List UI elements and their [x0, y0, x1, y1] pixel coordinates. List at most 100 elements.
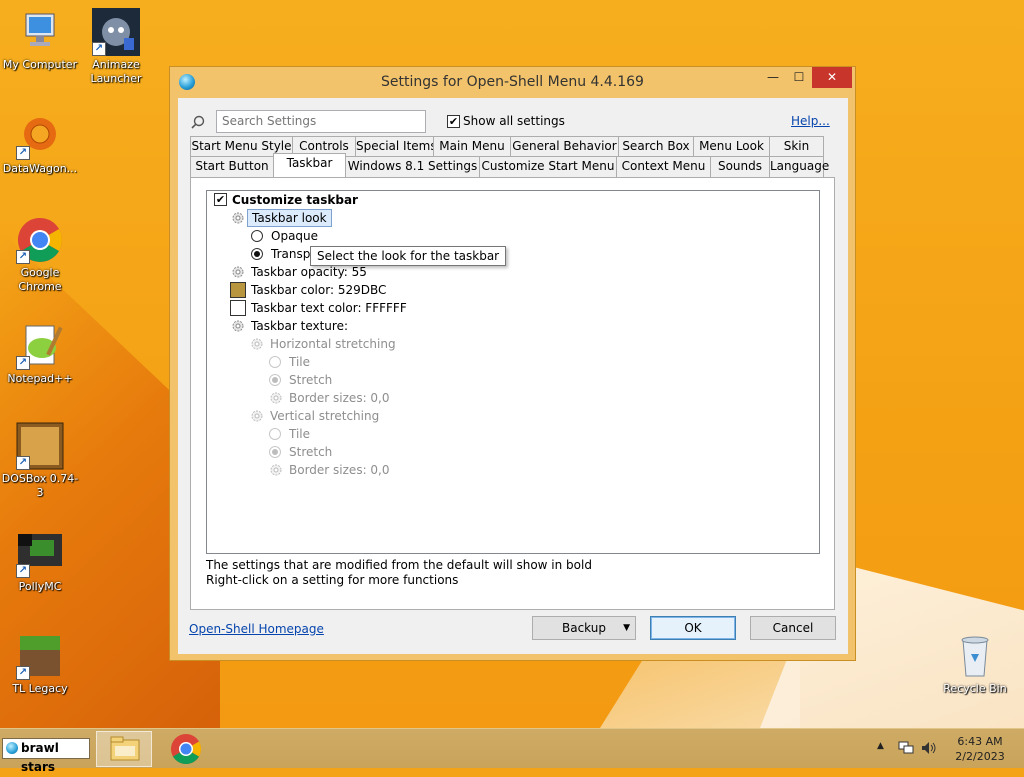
- tab-main-menu[interactable]: Main Menu: [433, 136, 511, 157]
- taskbar-tab-panel: ✔ Customize taskbar Taskbar look Opaque: [190, 177, 835, 610]
- info-text-rightclick: Right-click on a setting for more functi…: [206, 573, 459, 587]
- taskbar-search-text: brawl stars: [21, 741, 59, 774]
- desktop-icon-label: TL Legacy: [12, 682, 68, 695]
- opaque-radio[interactable]: [251, 230, 263, 242]
- desktop-icon-label: Google Chrome: [18, 266, 62, 293]
- gear-icon: [232, 320, 244, 332]
- search-settings-field[interactable]: [216, 110, 426, 133]
- desktop-icon-label: DataWagon...: [2, 162, 78, 175]
- open-shell-homepage-link[interactable]: Open-Shell Homepage: [189, 622, 324, 636]
- tab-start-button[interactable]: Start Button: [190, 156, 274, 177]
- show-all-settings-checkbox[interactable]: ✔: [447, 115, 460, 128]
- taskbar-clock[interactable]: 6:43 AM 2/2/2023: [944, 734, 1016, 764]
- title-bar[interactable]: Settings for Open-Shell Menu 4.4.169 — ☐…: [170, 67, 855, 97]
- tree-item-label: Horizontal stretching: [270, 337, 396, 351]
- taskbar-app-file-explorer[interactable]: [96, 731, 152, 767]
- taskbar: brawl stars ▲ 6:43 AM 2/2/2023: [0, 728, 1024, 774]
- shortcut-arrow-icon: ↗: [16, 146, 30, 160]
- desktop-icon-datawagon[interactable]: ↗ DataWagon...: [0, 112, 80, 176]
- sun-app-icon: ↗: [16, 112, 64, 160]
- taskbar-app-chrome[interactable]: [158, 731, 214, 767]
- h-tile-radio[interactable]: [269, 356, 281, 368]
- tree-item-label: Tile: [289, 427, 311, 441]
- shortcut-arrow-icon: ↗: [92, 42, 106, 56]
- tree-item-label: Transp: [271, 247, 311, 261]
- notepad-icon: ↗: [16, 322, 64, 370]
- desktop-icon-label: Animaze Launcher: [90, 58, 142, 85]
- tab-search-box[interactable]: Search Box: [618, 136, 694, 157]
- v-tile-radio[interactable]: [269, 428, 281, 440]
- chevron-down-icon: ▼: [623, 623, 630, 633]
- gear-icon: [270, 392, 282, 404]
- tab-context-menu[interactable]: Context Menu: [616, 156, 711, 177]
- minimize-button[interactable]: —: [760, 67, 786, 88]
- settings-window: Settings for Open-Shell Menu 4.4.169 — ☐…: [169, 66, 856, 661]
- settings-tree[interactable]: ✔ Customize taskbar Taskbar look Opaque: [206, 190, 820, 554]
- dialog-client: ✔ Show all settings Help... Start Menu S…: [178, 98, 848, 654]
- tab-windows-81-settings[interactable]: Windows 8.1 Settings: [345, 156, 480, 177]
- gear-icon: [251, 338, 263, 350]
- grass-block-icon: ↗: [16, 632, 64, 680]
- transparent-radio[interactable]: [251, 248, 263, 260]
- tree-item-label: Stretch: [289, 373, 333, 387]
- help-link[interactable]: Help...: [791, 114, 830, 128]
- backup-button-label: Backup: [562, 621, 606, 635]
- tree-item-label: Border sizes: 0,0: [289, 391, 390, 405]
- gear-icon: [251, 410, 263, 422]
- tab-sounds[interactable]: Sounds: [710, 156, 770, 177]
- volume-icon[interactable]: [921, 741, 937, 755]
- v-stretch-radio[interactable]: [269, 446, 281, 458]
- tooltip: Select the look for the taskbar: [310, 246, 507, 266]
- desktop-icon-pollymc[interactable]: ↗ PollyMC: [0, 530, 80, 594]
- search-input[interactable]: [222, 114, 420, 128]
- gear-icon: [232, 212, 244, 224]
- open-shell-start-icon[interactable]: [6, 742, 18, 754]
- desktop-icon-animaze[interactable]: ↗ Animaze Launcher: [76, 8, 156, 86]
- desktop-icon-chrome[interactable]: ↗ Google Chrome: [0, 216, 80, 294]
- color-swatch[interactable]: [230, 300, 246, 316]
- desktop-icon-dosbox[interactable]: ↗ DOSBox 0.74-3: [0, 422, 80, 500]
- tab-skin[interactable]: Skin: [769, 136, 824, 157]
- desktop-icon-tl-legacy[interactable]: ↗ TL Legacy: [0, 632, 80, 696]
- tab-customize-start-menu[interactable]: Customize Start Menu: [479, 156, 617, 177]
- info-text-bold: The settings that are modified from the …: [206, 558, 592, 572]
- shortcut-arrow-icon: ↗: [16, 564, 30, 578]
- cancel-button[interactable]: Cancel: [750, 616, 836, 640]
- desktop-icon-my-computer[interactable]: My Computer: [0, 8, 80, 72]
- chrome-icon: ↗: [16, 216, 64, 264]
- show-hidden-icons-button[interactable]: ▲: [877, 741, 884, 751]
- tree-item-label: Taskbar look: [247, 209, 332, 227]
- tree-item-label: Taskbar texture:: [251, 319, 349, 333]
- desktop-icon-label: My Computer: [2, 58, 78, 71]
- color-swatch[interactable]: [230, 282, 246, 298]
- tree-item-label: Opaque: [271, 229, 319, 243]
- tree-item-label: Taskbar text color: FFFFFF: [251, 301, 407, 315]
- desktop-icon-label: Notepad++: [7, 372, 73, 385]
- gear-icon: [232, 266, 244, 278]
- maximize-button[interactable]: ☐: [786, 67, 812, 88]
- network-icon[interactable]: [898, 741, 914, 755]
- tab-special-items[interactable]: Special Items: [355, 136, 437, 157]
- shortcut-arrow-icon: ↗: [16, 250, 30, 264]
- tab-general-behavior[interactable]: General Behavior: [510, 136, 619, 157]
- desktop-icon-recycle-bin[interactable]: Recycle Bin: [935, 632, 1015, 696]
- tab-taskbar[interactable]: Taskbar: [273, 153, 346, 177]
- chrome-icon: [171, 734, 202, 765]
- tree-item-label: Vertical stretching: [270, 409, 380, 423]
- h-stretch-radio[interactable]: [269, 374, 281, 386]
- close-button[interactable]: ✕: [812, 67, 852, 88]
- shortcut-arrow-icon: ↗: [16, 456, 30, 470]
- customize-taskbar-checkbox[interactable]: ✔: [214, 193, 227, 206]
- tab-language[interactable]: Language: [769, 156, 829, 177]
- tab-menu-look[interactable]: Menu Look: [693, 136, 770, 157]
- backup-button[interactable]: Backup ▼: [532, 616, 636, 640]
- shortcut-arrow-icon: ↗: [16, 666, 30, 680]
- desktop-icon-label: PollyMC: [18, 580, 62, 593]
- show-all-settings-label[interactable]: Show all settings: [463, 114, 565, 128]
- recycle-bin-icon: [951, 632, 999, 680]
- clock-time: 6:43 AM: [957, 735, 1003, 748]
- ok-button[interactable]: OK: [650, 616, 736, 640]
- taskbar-search-box[interactable]: brawl stars: [2, 738, 90, 774]
- folder-icon: [110, 736, 140, 761]
- desktop-icon-notepadplusplus[interactable]: ↗ Notepad++: [0, 322, 80, 386]
